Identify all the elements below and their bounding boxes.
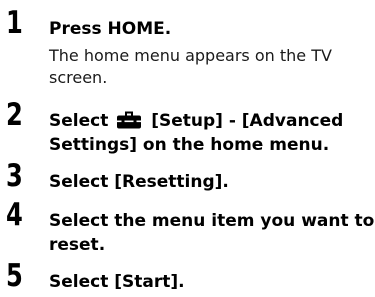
- instruction-steps: 1 Press HOME. The home menu appears on t…: [0, 0, 375, 297]
- step-instruction-text: Select: [49, 111, 109, 131]
- step-description-line: The home menu appears on the TV: [49, 46, 332, 65]
- step-number: 3: [6, 158, 23, 194]
- toolbox-icon: [117, 111, 142, 129]
- step-description-line: screen.: [49, 68, 108, 87]
- step-number: 5: [6, 258, 23, 294]
- step-description: The home menu appears on the TV screen.: [49, 45, 369, 89]
- step-instruction-text: [Setup] - [Advanced: [151, 111, 344, 131]
- step-instruction-line: Select [Setup] - [Advanced: [49, 109, 369, 133]
- step-number: 4: [6, 197, 23, 233]
- step-number: 2: [6, 97, 23, 133]
- step-instruction-line: reset.: [49, 235, 106, 255]
- step-instruction-line: Select the menu item you want to: [49, 211, 375, 231]
- step-instruction: Select the menu item you want to reset.: [49, 209, 375, 257]
- step-instruction: Press HOME.: [49, 19, 172, 39]
- step-instruction: Select [Setup] - [Advanced Settings] on …: [49, 109, 369, 157]
- step-number: 1: [6, 5, 23, 41]
- step-instruction: Select [Start].: [49, 272, 185, 292]
- step-instruction-line: Settings] on the home menu.: [49, 135, 330, 155]
- step-instruction: Select [Resetting].: [49, 172, 229, 192]
